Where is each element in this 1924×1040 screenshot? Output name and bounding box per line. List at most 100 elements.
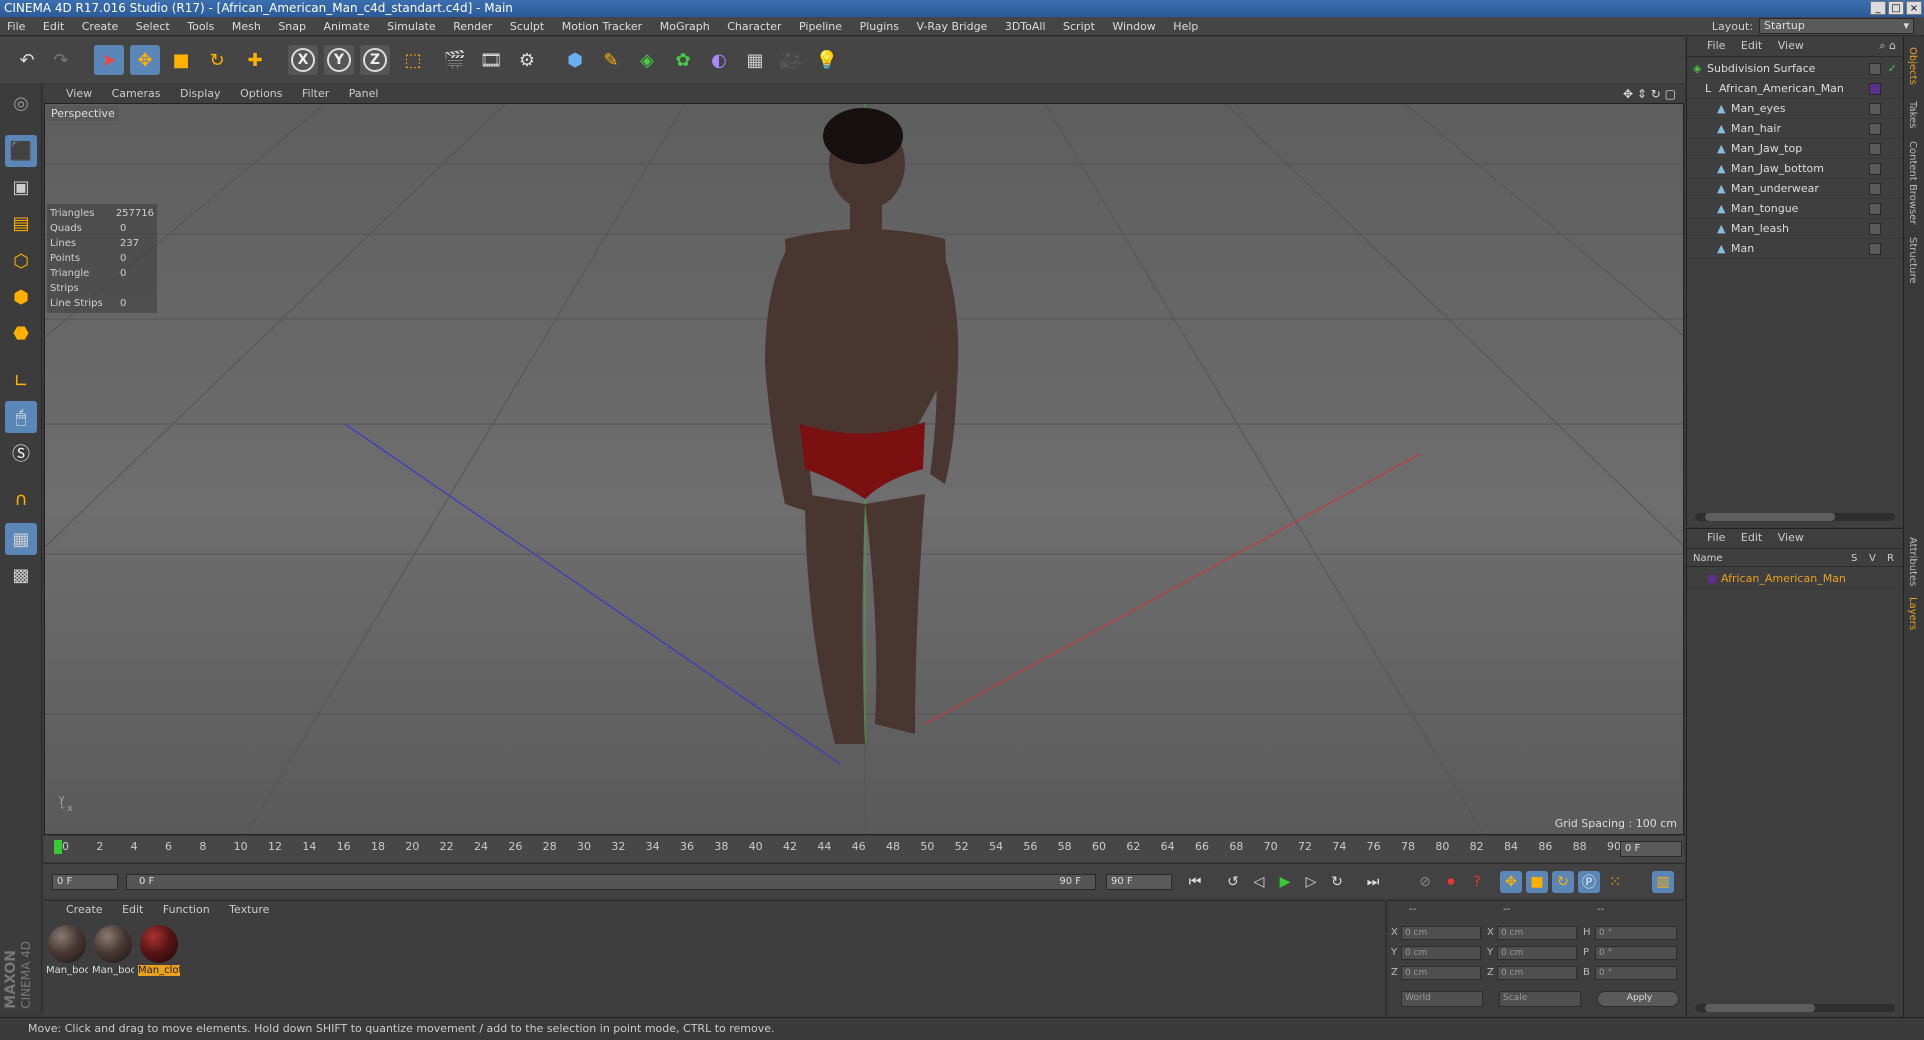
x-axis-button[interactable]: X [288, 45, 318, 75]
add-icon[interactable]: ✚ [240, 45, 270, 75]
layer-scrollbar[interactable] [1695, 1004, 1895, 1012]
vp-menu-display[interactable]: Display [172, 85, 229, 103]
object-row[interactable]: ▲ Man_tongue [1687, 199, 1903, 219]
make-editable-icon[interactable]: ◎ [5, 87, 37, 119]
pos-z-field[interactable]: 0 cm [1401, 966, 1481, 980]
key-param-icon[interactable]: Ⓟ [1578, 871, 1600, 893]
prev-frame-icon[interactable]: ◁ [1248, 871, 1270, 893]
end-frame-field[interactable]: 90 F [1106, 874, 1172, 890]
perspective-viewport[interactable]: Perspective Triangles 257716 Quads 0 Lines… [44, 103, 1684, 835]
vp-menu-panel[interactable]: Panel [341, 85, 387, 103]
object-row[interactable]: ▲ Man_eyes [1687, 99, 1903, 119]
layer-row[interactable]: ■ African_American_Man [1687, 569, 1903, 589]
obj-menu-view[interactable]: View [1772, 37, 1810, 55]
scale-icon[interactable]: ■ [166, 45, 196, 75]
prev-key-icon[interactable]: ↺ [1222, 871, 1244, 893]
material-swatch-selected[interactable]: Man_clot [138, 925, 180, 976]
undo-icon[interactable]: ↶ [12, 45, 42, 75]
cube-icon[interactable]: ⬢ [560, 45, 590, 75]
pos-y-field[interactable]: 0 cm [1401, 946, 1481, 960]
mat-menu-texture[interactable]: Texture [221, 901, 277, 919]
visibility-flag[interactable] [1869, 163, 1881, 175]
layer-menu-view[interactable]: View [1772, 529, 1810, 547]
snap-icon[interactable]: Ⓢ [5, 437, 37, 469]
next-key-icon[interactable]: ↻ [1326, 871, 1348, 893]
material-swatch[interactable]: Man_boc [46, 925, 88, 976]
playhead[interactable] [54, 840, 62, 854]
pen-icon[interactable]: ✎ [596, 45, 626, 75]
menu-window[interactable]: Window [1105, 17, 1162, 36]
search-icon[interactable]: ⌕ ⌂ [1879, 39, 1896, 53]
material-swatch[interactable]: Man_boc [92, 925, 134, 976]
workplane-icon[interactable]: ▤ [5, 207, 37, 239]
model-mode-icon[interactable]: ⬛ [5, 135, 37, 167]
menu-edit[interactable]: Edit [36, 17, 71, 36]
visibility-flag[interactable] [1869, 223, 1881, 235]
size-y-field[interactable]: 0 cm [1497, 946, 1577, 960]
tab-objects[interactable]: Objects [1907, 47, 1918, 85]
object-row[interactable]: ▲ Man_hair [1687, 119, 1903, 139]
menu-snap[interactable]: Snap [271, 17, 313, 36]
size-z-field[interactable]: 0 cm [1497, 966, 1577, 980]
next-frame-icon[interactable]: ▷ [1300, 871, 1322, 893]
scrollbar-thumb[interactable] [1705, 1004, 1815, 1012]
visibility-flag[interactable] [1869, 63, 1881, 75]
key-scale-icon[interactable]: ■ [1526, 871, 1548, 893]
close-button[interactable]: × [1906, 1, 1922, 15]
visibility-flag[interactable] [1869, 183, 1881, 195]
vp-menu-filter[interactable]: Filter [294, 85, 337, 103]
floor-icon[interactable]: ▦ [740, 45, 770, 75]
key-rotation-icon[interactable]: ↻ [1552, 871, 1574, 893]
coord-system-icon[interactable]: ⬚ [398, 45, 428, 75]
vp-menu-view[interactable]: View [58, 85, 100, 103]
tab-attributes[interactable]: Attributes [1907, 537, 1918, 586]
object-row[interactable]: ▲ Man [1687, 239, 1903, 259]
play-icon[interactable]: ▶ [1274, 871, 1296, 893]
deformer-icon[interactable]: ◐ [704, 45, 734, 75]
light-icon[interactable]: 💡 [812, 45, 842, 75]
edges-mode-icon[interactable]: ⬢ [5, 281, 37, 313]
axis-mode-icon[interactable]: ∟ [5, 365, 37, 397]
record-icon[interactable]: ⏺ [1440, 871, 1462, 893]
menu-tools[interactable]: Tools [180, 17, 221, 36]
layer-menu-file[interactable]: File [1701, 529, 1731, 547]
scrollbar-thumb[interactable] [1705, 513, 1835, 521]
menu-simulate[interactable]: Simulate [380, 17, 443, 36]
maximize-button[interactable]: □ [1888, 1, 1904, 15]
visibility-flag[interactable] [1869, 103, 1881, 115]
select-icon[interactable]: ➤ [94, 45, 124, 75]
object-row[interactable]: ▲ Man_underwear [1687, 179, 1903, 199]
obj-menu-edit[interactable]: Edit [1735, 37, 1768, 55]
menu-mesh[interactable]: Mesh [225, 17, 268, 36]
object-row[interactable]: ▲ Man_leash [1687, 219, 1903, 239]
frame-range-slider[interactable]: 0 F 90 F [126, 874, 1096, 890]
layer-menu-edit[interactable]: Edit [1735, 529, 1768, 547]
timeline-window-icon[interactable]: ▥ [1652, 871, 1674, 893]
tab-takes[interactable]: Takes [1907, 101, 1918, 128]
texture-mode-icon[interactable]: ▣ [5, 171, 37, 203]
tab-layers[interactable]: Layers [1907, 597, 1918, 630]
mat-menu-function[interactable]: Function [155, 901, 218, 919]
visibility-flag[interactable] [1869, 123, 1881, 135]
menu-script[interactable]: Script [1056, 17, 1102, 36]
visibility-flag[interactable] [1869, 143, 1881, 155]
render-picture-icon[interactable]: 🎞 [476, 45, 506, 75]
viewport-nav-icons[interactable]: ✥ ⇕ ↻ ▢ [1623, 85, 1676, 103]
rot-b-field[interactable]: 0 ° [1595, 966, 1677, 980]
render-settings-icon[interactable]: ⚙ [512, 45, 542, 75]
layout-select[interactable]: Startup ▾ [1759, 18, 1914, 34]
menu-animate[interactable]: Animate [317, 17, 377, 36]
vp-menu-options[interactable]: Options [232, 85, 290, 103]
menu-file[interactable]: File [0, 17, 32, 36]
move-icon[interactable]: ✥ [130, 45, 160, 75]
object-row[interactable]: L African_American_Man [1687, 79, 1903, 99]
key-pla-icon[interactable]: ⁙ [1604, 871, 1626, 893]
grid-snap-icon[interactable]: ▩ [5, 559, 37, 591]
start-frame-field[interactable]: 0 F [52, 874, 118, 890]
z-axis-button[interactable]: Z [360, 45, 390, 75]
object-row[interactable]: ◈ Subdivision Surface ✓ [1687, 59, 1903, 79]
render-view-icon[interactable]: 🎬 [440, 45, 470, 75]
obj-menu-file[interactable]: File [1701, 37, 1731, 55]
menu-render[interactable]: Render [446, 17, 499, 36]
menu-create[interactable]: Create [75, 17, 126, 36]
